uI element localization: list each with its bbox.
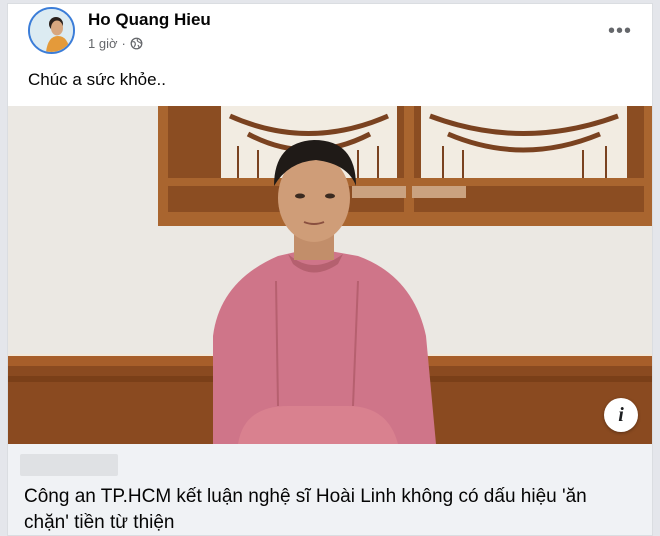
post-card: Ho Quang Hieu 1 giờ · ••• Chúc a sức khỏ… <box>7 3 653 536</box>
post-time[interactable]: 1 giờ <box>88 36 118 51</box>
link-preview[interactable]: Công an TP.HCM kết luận nghệ sĩ Hoài Lin… <box>8 444 652 535</box>
globe-icon <box>130 37 143 50</box>
post-header: Ho Quang Hieu 1 giờ · ••• <box>22 6 638 58</box>
avatar-image <box>30 9 73 52</box>
link-domain-redacted <box>20 454 118 476</box>
post-text: Chúc a sức khỏe.. <box>28 70 167 89</box>
info-icon[interactable]: i <box>604 398 638 432</box>
post-photo[interactable]: i <box>8 106 652 444</box>
meta-separator: · <box>121 36 126 51</box>
post-meta: 1 giờ · <box>88 36 143 51</box>
photo-image <box>8 106 652 444</box>
more-options-icon[interactable]: ••• <box>608 20 632 43</box>
author-name[interactable]: Ho Quang Hieu <box>88 10 211 30</box>
link-title[interactable]: Công an TP.HCM kết luận nghệ sĩ Hoài Lin… <box>24 484 624 535</box>
avatar[interactable] <box>28 7 75 54</box>
